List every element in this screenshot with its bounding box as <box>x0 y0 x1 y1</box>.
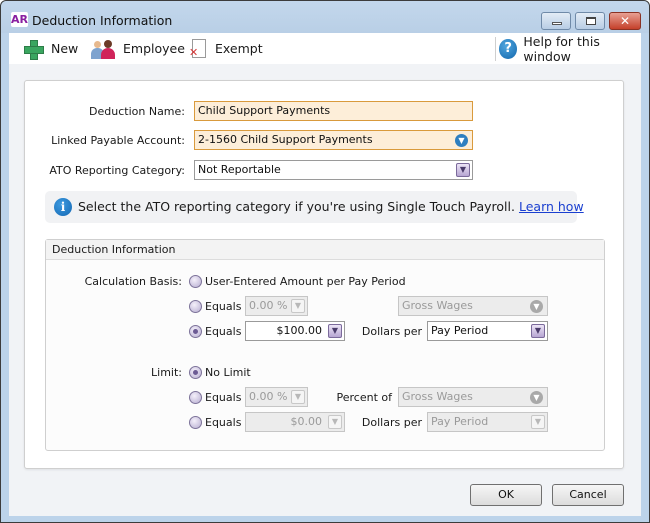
calc-option-equals-dollars[interactable]: Equals <box>189 323 241 339</box>
deduction-name-label: Deduction Name: <box>89 105 185 118</box>
info-icon: i <box>54 198 72 216</box>
radio-limit-percent[interactable] <box>189 390 202 404</box>
help-button[interactable]: ? Help for this window <box>499 33 641 64</box>
radio-label: User-Entered Amount per Pay Period <box>205 274 406 288</box>
plus-icon <box>23 39 44 60</box>
maximize-icon <box>586 17 596 25</box>
chevron-down-icon[interactable]: ▼ <box>531 415 545 429</box>
circle-chevron-down-icon[interactable]: ▼ <box>530 391 543 404</box>
limit-percent-input[interactable]: 0.00 % ▼ <box>245 387 308 407</box>
employees-icon <box>91 39 115 59</box>
calculation-basis-label: Calculation Basis: <box>84 275 182 288</box>
employee-button[interactable]: Employee <box>91 33 185 64</box>
toolbar-divider <box>495 37 496 61</box>
chevron-down-icon[interactable]: ▼ <box>291 390 305 404</box>
help-icon: ? <box>499 38 518 59</box>
cancel-button[interactable]: Cancel <box>552 484 624 506</box>
radio-equals-dollars[interactable] <box>189 324 202 338</box>
radio-no-limit[interactable] <box>189 365 202 379</box>
chevron-down-icon[interactable]: ▼ <box>291 299 305 313</box>
toolbar: New Employee ✕ Exempt ? Help for this wi… <box>9 33 641 64</box>
linked-account-value: 2-1560 Child Support Payments <box>198 133 373 146</box>
calc-dollar-value: $100.00 <box>276 324 323 337</box>
calc-dollar-input[interactable]: $100.00 ▼ <box>245 321 345 341</box>
title-bar[interactable]: AR Deduction Information ✕ <box>1 1 649 33</box>
linked-account-select[interactable]: 2-1560 Child Support Payments ▼ <box>194 130 473 150</box>
exempt-label: Exempt <box>215 41 263 56</box>
chevron-down-icon[interactable]: ▼ <box>328 415 342 429</box>
deduction-information-window: AR Deduction Information ✕ New Employee … <box>0 0 650 523</box>
limit-dollars-per-label: Dollars per <box>361 416 422 429</box>
calc-percent-input[interactable]: 0.00 % ▼ <box>245 296 308 316</box>
circle-chevron-down-icon[interactable]: ▼ <box>455 134 468 147</box>
limit-percent-of-select[interactable]: Gross Wages ▼ <box>398 387 548 407</box>
circle-chevron-down-icon[interactable]: ▼ <box>530 300 543 313</box>
chevron-down-icon[interactable]: ▼ <box>328 324 342 338</box>
calc-option-user-entered[interactable]: User-Entered Amount per Pay Period <box>189 273 406 289</box>
exempt-document-icon: ✕ <box>189 38 207 59</box>
learn-how-link[interactable]: Learn how <box>519 199 584 214</box>
radio-label: Equals <box>205 324 242 338</box>
exempt-button[interactable]: ✕ Exempt <box>189 33 263 64</box>
limit-option-equals-dollars[interactable]: Equals <box>189 414 241 430</box>
radio-label: Equals <box>205 390 242 404</box>
close-icon: ✕ <box>619 14 631 28</box>
window-title: Deduction Information <box>32 13 173 28</box>
deduction-information-group: Deduction Information Calculation Basis:… <box>45 239 605 451</box>
employee-label: Employee <box>123 41 185 56</box>
deduction-name-input[interactable]: Child Support Payments <box>194 101 473 121</box>
close-button[interactable]: ✕ <box>609 12 641 30</box>
limit-dollar-value: $0.00 <box>290 415 323 428</box>
radio-equals-percent[interactable] <box>189 299 202 313</box>
limit-percent-value: 0.00 % <box>249 390 288 403</box>
radio-limit-dollars[interactable] <box>189 415 202 429</box>
dialog-body: Deduction Name: Child Support Payments L… <box>9 64 641 516</box>
minimize-icon <box>552 22 562 25</box>
limit-dollars-per-value: Pay Period <box>431 415 489 428</box>
radio-user-entered[interactable] <box>189 274 202 288</box>
limit-percent-of-value: Gross Wages <box>402 390 473 403</box>
ato-category-select[interactable]: Not Reportable ▼ <box>194 160 473 180</box>
calc-dollars-per-label: Dollars per <box>361 325 422 338</box>
ok-button[interactable]: OK <box>470 484 542 506</box>
calc-percent-of-select[interactable]: Gross Wages ▼ <box>398 296 548 316</box>
limit-dollars-per-select[interactable]: Pay Period ▼ <box>427 412 548 432</box>
limit-option-equals-percent[interactable]: Equals <box>189 389 241 405</box>
app-logo-icon: AR <box>11 12 28 27</box>
calc-percent-value: 0.00 % <box>249 299 288 312</box>
new-label: New <box>51 41 79 56</box>
calc-dollars-per-value: Pay Period <box>431 324 489 337</box>
chevron-down-icon[interactable]: ▼ <box>456 163 470 177</box>
info-text: Select the ATO reporting category if you… <box>78 199 515 214</box>
chevron-down-icon[interactable]: ▼ <box>531 324 545 338</box>
radio-label: Equals <box>205 299 242 313</box>
radio-label: No Limit <box>205 365 251 379</box>
limit-percent-of-label: Percent of <box>336 391 393 404</box>
radio-label: Equals <box>205 415 242 429</box>
calc-dollars-per-select[interactable]: Pay Period ▼ <box>427 321 548 341</box>
info-banner: i Select the ATO reporting category if y… <box>45 191 584 223</box>
new-button[interactable]: New <box>23 33 78 64</box>
limit-label: Limit: <box>151 366 182 379</box>
calc-option-equals-percent[interactable]: Equals <box>189 298 241 314</box>
help-label: Help for this window <box>523 33 600 64</box>
group-title: Deduction Information <box>46 240 604 260</box>
form-panel: Deduction Name: Child Support Payments L… <box>24 80 624 469</box>
ato-category-label: ATO Reporting Category: <box>49 164 185 177</box>
minimize-button[interactable] <box>541 12 571 30</box>
limit-dollar-input[interactable]: $0.00 ▼ <box>245 412 345 432</box>
limit-option-no-limit[interactable]: No Limit <box>189 364 251 380</box>
calc-percent-of-value: Gross Wages <box>402 299 473 312</box>
linked-account-label: Linked Payable Account: <box>51 134 185 147</box>
ato-category-value: Not Reportable <box>198 163 281 176</box>
maximize-button[interactable] <box>575 12 605 30</box>
